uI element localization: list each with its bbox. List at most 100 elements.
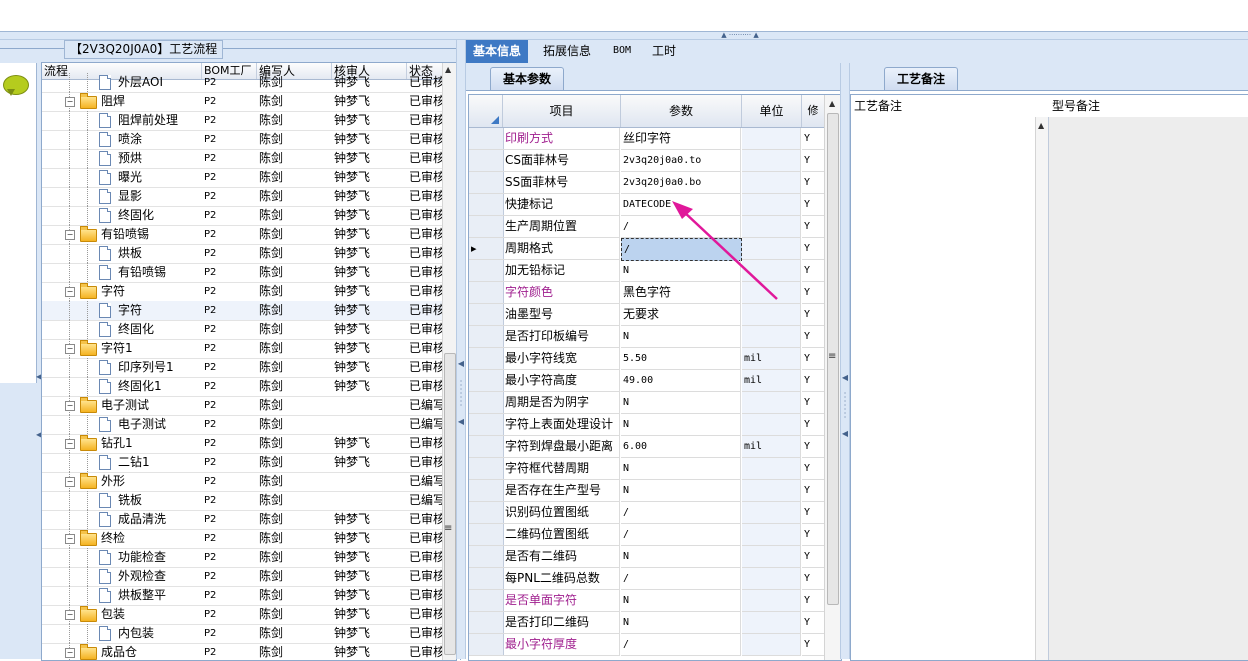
collapse-toggle-icon[interactable]: − — [65, 648, 75, 658]
param-value-cell[interactable]: N — [621, 546, 741, 568]
param-value-cell[interactable]: N — [621, 612, 741, 634]
tree-row[interactable]: 阻焊前处理 P2 陈剑 钟梦飞 已审核 — [42, 111, 442, 131]
param-value-cell[interactable]: 49.00 — [621, 370, 741, 392]
param-row[interactable]: 字符到焊盘最小距离 6.00 mil Y — [469, 436, 825, 458]
splitter-grip-icon[interactable]: ▲ ·········· ▲ — [700, 32, 780, 39]
tree-row[interactable]: 终固化1 P2 陈剑 钟梦飞 已审核 — [42, 377, 442, 397]
param-value-cell[interactable]: N — [621, 590, 741, 612]
tree-row[interactable]: 烘板整平 P2 陈剑 钟梦飞 已审核 — [42, 586, 442, 606]
tree-folder-row[interactable]: − 终检 P2 陈剑 钟梦飞 已审核 — [42, 529, 442, 549]
col-item-header[interactable]: 项目 — [503, 95, 621, 127]
tree-folder-row[interactable]: − 外形 P2 陈剑 已编写 — [42, 472, 442, 492]
param-row[interactable]: 最小字符厚度 / Y — [469, 634, 825, 656]
tree-row[interactable]: 字符 P2 陈剑 钟梦飞 已审核 — [42, 301, 442, 321]
tree-node[interactable]: − 阻焊 — [42, 92, 199, 111]
param-value-cell[interactable]: / — [621, 238, 742, 261]
row-header[interactable] — [469, 568, 504, 590]
param-row[interactable]: 最小字符线宽 5.50 mil Y — [469, 348, 825, 370]
row-header[interactable] — [469, 502, 504, 524]
param-row[interactable]: 字符框代替周期 N Y — [469, 458, 825, 480]
tree-node[interactable]: 烘板 — [42, 244, 199, 263]
tree-node[interactable]: − 包装 — [42, 605, 199, 624]
tree-node[interactable]: 终固化 — [42, 320, 199, 339]
param-value-cell[interactable]: / — [621, 216, 741, 238]
tab-process-notes[interactable]: 工艺备注 — [884, 67, 959, 90]
row-header[interactable] — [469, 216, 504, 238]
param-row[interactable]: CS面菲林号 2v3q20j0a0.to Y — [469, 150, 825, 172]
tree-folder-row[interactable]: − 电子测试 P2 陈剑 已编写 — [42, 396, 442, 416]
param-value-cell[interactable]: / — [621, 502, 741, 524]
tree-node[interactable]: 外层AOI — [42, 73, 199, 92]
param-row[interactable]: 是否有二维码 N Y — [469, 546, 825, 568]
row-header[interactable] — [469, 326, 504, 348]
param-value-cell[interactable]: / — [621, 634, 741, 656]
middle-right-splitter[interactable] — [840, 63, 850, 659]
row-header[interactable] — [469, 436, 504, 458]
left-middle-splitter[interactable] — [456, 40, 466, 659]
param-row[interactable]: 油墨型号 无要求 Y — [469, 304, 825, 326]
tree-node[interactable]: − 成品仓 — [42, 643, 199, 660]
param-row[interactable]: 印刷方式 丝印字符 Y — [469, 128, 825, 150]
param-value-cell[interactable]: DATECODE — [621, 194, 741, 216]
row-header[interactable] — [469, 480, 504, 502]
collapse-toggle-icon[interactable]: − — [65, 97, 75, 107]
collapse-toggle-icon[interactable]: − — [65, 439, 75, 449]
tree-row[interactable]: 电子测试 P2 陈剑 已编写 — [42, 415, 442, 435]
param-row[interactable]: ▸ 周期格式 / Y — [469, 238, 825, 261]
row-header[interactable] — [469, 348, 504, 370]
tree-node[interactable]: − 终检 — [42, 529, 199, 548]
tree-node[interactable]: − 钻孔1 — [42, 434, 199, 453]
param-row[interactable]: 每PNL二维码总数 / Y — [469, 568, 825, 590]
tree-node[interactable]: 电子测试 — [42, 415, 199, 434]
row-header[interactable] — [469, 194, 504, 216]
tree-node[interactable]: 有铅喷锡 — [42, 263, 199, 282]
row-header[interactable] — [469, 172, 504, 194]
param-value-cell[interactable]: 黑色字符 — [621, 282, 741, 304]
param-value-cell[interactable]: 2v3q20j0a0.to — [621, 150, 741, 172]
col-param-header[interactable]: 参数 — [621, 95, 742, 127]
tree-node[interactable]: 曝光 — [42, 168, 199, 187]
collapse-toggle-icon[interactable]: − — [65, 401, 75, 411]
tab-extended-info[interactable]: 拓展信息 — [536, 40, 598, 63]
param-value-cell[interactable]: / — [621, 524, 741, 546]
splitter-arrow-icon[interactable]: ◀ — [457, 360, 465, 368]
param-value-cell[interactable]: N — [621, 414, 741, 436]
row-header[interactable] — [469, 128, 504, 150]
row-header[interactable] — [469, 546, 504, 568]
param-row[interactable]: 识别码位置图纸 / Y — [469, 502, 825, 524]
row-header[interactable]: ▸ — [469, 238, 504, 260]
param-value-cell[interactable]: N — [621, 480, 741, 502]
tree-node[interactable]: 终固化1 — [42, 377, 199, 396]
tree-node[interactable]: 预烘 — [42, 149, 199, 168]
tab-basic-params[interactable]: 基本参数 — [490, 67, 565, 90]
tree-node[interactable]: 外观检查 — [42, 567, 199, 586]
grid-scrollbar[interactable]: ▲ ≡ — [824, 95, 841, 660]
col-flag-header[interactable]: 修 — [802, 95, 824, 127]
tree-node[interactable]: 阻焊前处理 — [42, 111, 199, 130]
collapse-toggle-icon[interactable]: − — [65, 610, 75, 620]
tree-row[interactable]: 外观检查 P2 陈剑 钟梦飞 已审核 — [42, 567, 442, 587]
tree-node[interactable]: − 字符1 — [42, 339, 199, 358]
tree-folder-row[interactable]: − 包装 P2 陈剑 钟梦飞 已审核 — [42, 605, 442, 625]
grid-corner[interactable] — [469, 95, 503, 127]
param-value-cell[interactable]: 6.00 — [621, 436, 741, 458]
grid-scroll-up-icon[interactable]: ▲ — [829, 99, 835, 108]
splitter-arrow-icon-2[interactable]: ◀ — [457, 418, 465, 426]
param-value-cell[interactable]: N — [621, 392, 741, 414]
param-row[interactable]: SS面菲林号 2v3q20j0a0.bo Y — [469, 172, 825, 194]
param-row[interactable]: 周期是否为阴字 N Y — [469, 392, 825, 414]
tree-row[interactable]: 铣板 P2 陈剑 已编写 — [42, 491, 442, 511]
row-header[interactable] — [469, 260, 504, 282]
param-row[interactable]: 加无铅标记 N Y — [469, 260, 825, 282]
tree-scrollbar[interactable]: ▲ ≡ — [442, 63, 456, 660]
tree-node[interactable]: 二钻1 — [42, 453, 199, 472]
top-splitter[interactable] — [0, 32, 1248, 40]
tree-row[interactable]: 烘板 P2 陈剑 钟梦飞 已审核 — [42, 244, 442, 264]
tree-node[interactable]: − 有铅喷锡 — [42, 225, 199, 244]
param-row[interactable]: 是否打印板编号 N Y — [469, 326, 825, 348]
row-header[interactable] — [469, 524, 504, 546]
tree-node[interactable]: 功能检查 — [42, 548, 199, 567]
tree-row[interactable]: 曝光 P2 陈剑 钟梦飞 已审核 — [42, 168, 442, 188]
param-row[interactable]: 字符上表面处理设计 N Y — [469, 414, 825, 436]
tree-folder-row[interactable]: − 字符1 P2 陈剑 钟梦飞 已审核 — [42, 339, 442, 359]
